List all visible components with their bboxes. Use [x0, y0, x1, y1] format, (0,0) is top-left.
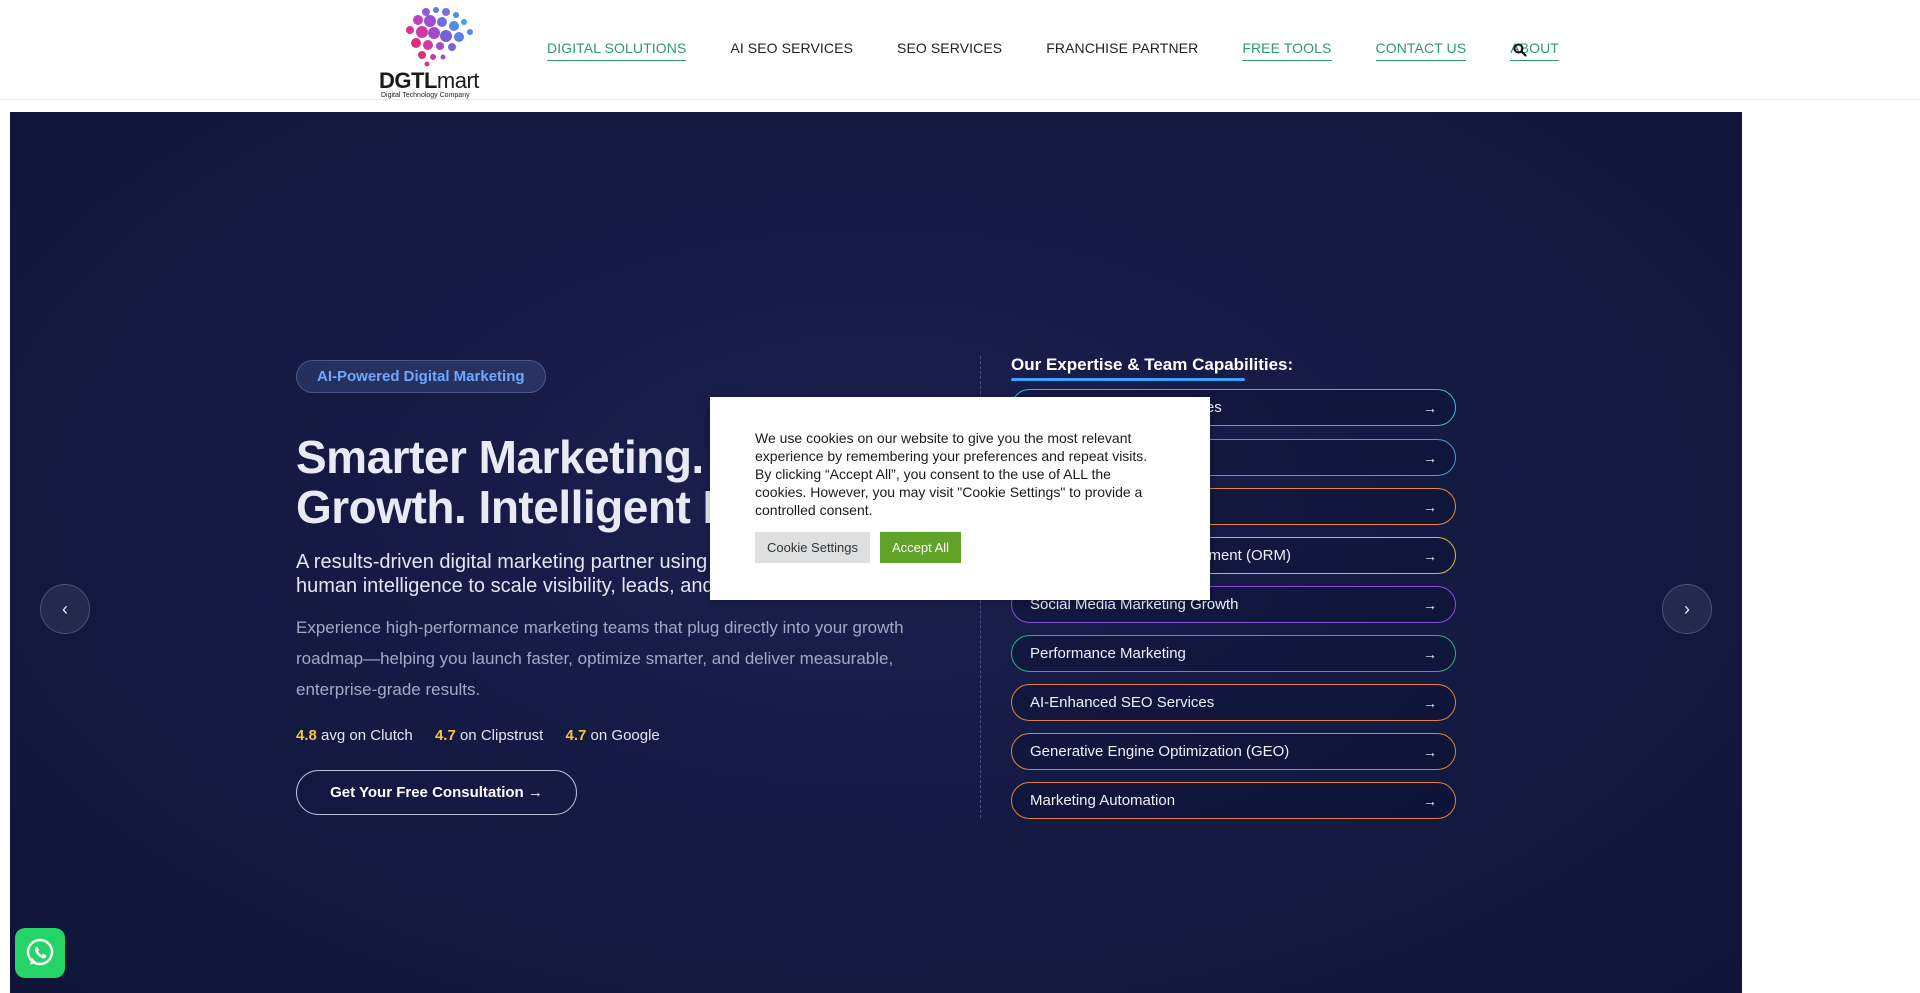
expertise-item-label: Marketing Automation — [1030, 792, 1176, 809]
rating-clipstrust: 4.7 on Clipstrust — [434, 727, 544, 744]
free-consultation-button[interactable]: Get Your Free Consultation → — [296, 770, 577, 815]
hero-badge: AI-Powered Digital Marketing — [296, 360, 546, 393]
nav-franchise-partner[interactable]: FRANCHISE PARTNER — [1046, 40, 1198, 60]
arrow-right-icon: → — [1423, 792, 1437, 809]
expertise-item[interactable]: Generative Engine Optimization (GEO) → — [1011, 733, 1456, 770]
accept-all-button[interactable]: Accept All — [880, 532, 961, 563]
whatsapp-button[interactable] — [15, 928, 65, 978]
arrow-right-icon: → — [1423, 596, 1437, 613]
logo-wordmark: DGTLmart — [379, 68, 479, 93]
main-nav: DIGITAL SOLUTIONS AI SEO SERVICES SEO SE… — [547, 40, 1603, 70]
expertise-item-label: Generative Engine Optimization (GEO) — [1030, 743, 1290, 760]
nav-contact-us[interactable]: CONTACT US — [1375, 40, 1467, 61]
logo-hexagon-dots-icon — [406, 7, 473, 67]
nav-digital-solutions[interactable]: DIGITAL SOLUTIONS — [547, 40, 687, 61]
cookie-settings-button[interactable]: Cookie Settings — [755, 532, 870, 563]
expertise-item[interactable]: Marketing Automation → — [1011, 782, 1456, 819]
slider-next-button[interactable]: › — [1662, 584, 1712, 634]
nav-free-tools[interactable]: FREE TOOLS — [1242, 40, 1332, 61]
slider-prev-button[interactable]: ‹ — [40, 584, 90, 634]
cookie-consent-modal: We use cookies on our website to give yo… — [710, 397, 1210, 600]
page-margin — [1742, 100, 1920, 993]
expertise-title: Our Expertise & Team Capabilities: — [1011, 355, 1294, 374]
arrow-right-icon: → — [1423, 498, 1437, 515]
rating-google: 4.7 on Google — [565, 727, 660, 744]
expertise-title-underline — [1011, 378, 1245, 381]
arrow-right-icon: → — [1423, 547, 1437, 564]
arrow-right-icon: → — [1423, 645, 1437, 662]
search-icon[interactable] — [1513, 43, 1527, 57]
nav-ai-seo-services[interactable]: AI SEO SERVICES — [730, 40, 853, 60]
site-header: DGTLmart Digital Technology Company DIGI… — [0, 0, 1920, 100]
cookie-consent-text: We use cookies on our website to give yo… — [755, 430, 1148, 518]
arrow-right-icon: → — [1423, 694, 1437, 711]
expertise-item[interactable]: Performance Marketing → — [1011, 635, 1456, 672]
expertise-item[interactable]: AI-Enhanced SEO Services → — [1011, 684, 1456, 721]
arrow-right-icon: → — [1423, 449, 1437, 466]
expertise-item-label: AI-Enhanced SEO Services — [1030, 694, 1215, 711]
arrow-right-icon: → — [1423, 399, 1437, 416]
hero-paragraph: Experience high-performance marketing te… — [296, 618, 904, 699]
rating-clutch: 4.8 avg on Clutch — [296, 727, 413, 744]
ratings-row: 4.8 avg on Clutch 4.7 on Clipstrust 4.7 … — [296, 727, 678, 744]
expertise-item-label: Performance Marketing — [1030, 645, 1186, 662]
whatsapp-icon — [26, 938, 54, 966]
arrow-right-icon: → — [1423, 743, 1437, 760]
nav-seo-services[interactable]: SEO SERVICES — [897, 40, 1002, 60]
logo-tagline: Digital Technology Company — [381, 92, 470, 99]
brand-logo[interactable]: DGTLmart Digital Technology Company — [378, 6, 488, 99]
